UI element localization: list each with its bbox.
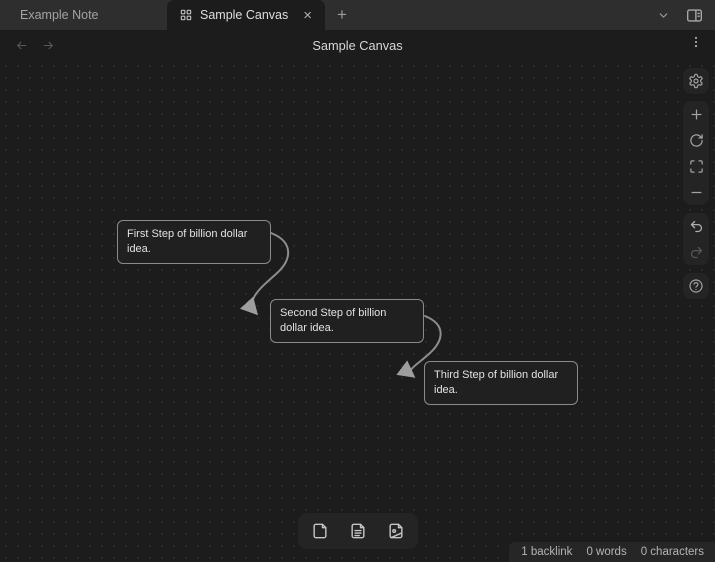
file-text-icon [348, 521, 368, 541]
canvas-card-third-step[interactable]: Third Step of billion dollar idea. [424, 361, 578, 406]
zoom-in-button[interactable] [683, 101, 709, 127]
plus-icon [689, 107, 704, 122]
card-text-line: First Step of billion dollar [127, 228, 248, 240]
gear-icon [688, 73, 704, 89]
card-text-line: idea. [434, 384, 458, 397]
new-tab-button[interactable]: + [325, 0, 359, 30]
card-text-line: idea. [127, 243, 151, 256]
tab-example-note[interactable]: Example Note [0, 0, 167, 30]
tab-label: Example Note [20, 8, 99, 22]
redo-button[interactable] [683, 239, 709, 265]
undo-icon [689, 219, 704, 234]
canvas-surface[interactable]: First Step of billion dollar idea. Secon… [0, 60, 715, 562]
add-note-from-vault-button[interactable] [341, 517, 375, 545]
card-text-line: Third Step of billion dollar [434, 369, 559, 381]
undo-button[interactable] [683, 213, 709, 239]
rotate-reset-icon [689, 133, 704, 148]
card-text-line: Second Step of billion [280, 307, 387, 319]
zoom-out-button[interactable] [683, 179, 709, 205]
help-button[interactable] [683, 273, 709, 299]
canvas-card-first-step[interactable]: First Step of billion dollar idea. [117, 220, 271, 265]
file-image-icon [386, 521, 406, 541]
back-arrow-icon[interactable] [14, 39, 29, 52]
view-header: Sample Canvas [0, 30, 715, 60]
minus-icon [689, 185, 704, 200]
blank-card-icon [310, 521, 330, 541]
close-tab-icon[interactable]: × [300, 7, 315, 24]
reset-zoom-button[interactable] [683, 127, 709, 153]
chevron-down-icon[interactable] [657, 9, 670, 22]
canvas-grid-icon [179, 8, 193, 22]
canvas-settings-button[interactable] [683, 68, 709, 94]
word-count: 0 words [586, 546, 627, 558]
tab-label: Sample Canvas [200, 8, 289, 22]
tab-bar: Example Note Sample Canvas × + [0, 0, 715, 30]
help-circle-icon [688, 278, 704, 294]
character-count: 0 characters [640, 546, 704, 558]
canvas-bottom-toolbar [297, 513, 418, 549]
right-sidebar-toggle-icon[interactable] [686, 8, 703, 23]
tab-sample-canvas[interactable]: Sample Canvas × [167, 0, 325, 30]
page-title: Sample Canvas [312, 37, 403, 53]
canvas-card-second-step[interactable]: Second Step of billion dollar idea. [270, 299, 424, 344]
create-card-button[interactable] [303, 517, 337, 545]
more-options-icon[interactable] [689, 34, 703, 50]
zoom-to-fit-button[interactable] [683, 153, 709, 179]
card-text-line: dollar idea. [280, 322, 334, 335]
maximize-fit-icon [689, 159, 704, 174]
add-media-from-vault-button[interactable] [379, 517, 413, 545]
backlink-count[interactable]: 1 backlink [521, 546, 572, 558]
status-bar: 1 backlink 0 words 0 characters [509, 542, 715, 562]
forward-arrow-icon[interactable] [41, 39, 56, 52]
redo-icon [689, 245, 704, 260]
